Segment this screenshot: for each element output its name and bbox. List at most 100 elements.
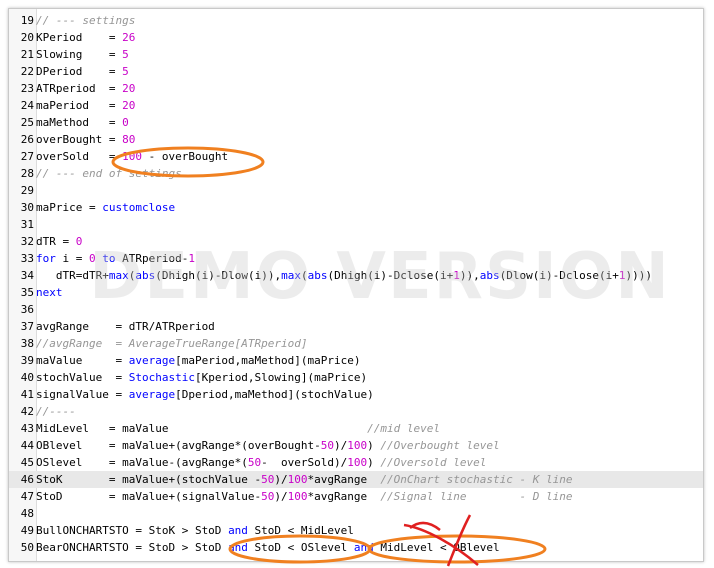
code-token: maValue = [36,354,129,367]
code-line[interactable]: 32 dTR = 0 [9,233,703,250]
line-number: 30 [20,201,34,214]
code-token: - overBought [141,150,229,163]
code-token: ( [300,269,308,282]
line-number: 49 [20,524,34,537]
code-line[interactable]: 33 for i = 0 to ATRperiod-1 [9,250,703,267]
line-number: 21 [20,48,34,61]
code-token: 0 [75,235,83,248]
code-token: 20 [122,99,136,112]
line-number: 48 [20,507,34,520]
code-token: - overSold)/ [261,456,348,469]
code-line[interactable]: 40 stochValue = Stochastic[Kperiod,Slowin… [9,369,703,386]
code-line[interactable]: 27 overSold = 100 - overBought [9,148,703,165]
code-token: dTR=dTR+ [36,269,109,282]
line-number: 34 [20,269,34,282]
line-number: 20 [20,31,34,44]
code-line[interactable]: 35 next [9,284,703,301]
line-number: 39 [20,354,34,367]
code-token: 1 [453,269,460,282]
code-token: [Kperiod,Slowing](maPrice) [194,371,368,384]
line-number: 19 [20,14,34,27]
code-token: 100 [122,150,142,163]
code-token: 5 [122,65,129,78]
line-code: ATRperiod = 20 [36,80,135,97]
code-token: //mid level [367,422,440,435]
code-line[interactable]: 26 overBought = 80 [9,131,703,148]
code-editor[interactable]: 19// --- settings 20 KPeriod = 26 21 Slowing… [8,8,704,562]
code-token: dTR = [36,235,76,248]
code-token: StoD = maValue+(signalValue- [36,490,262,503]
code-token: BearONCHARTSTO = StoD > StoD [36,541,229,554]
code-token: (Dhigh(i)-Dlow(i)), [155,269,282,282]
line-code: maValue = average[maPeriod,maMethod](maP… [36,352,361,369]
code-token: OSlevel = maValue-(avgRange*( [36,456,248,469]
code-line[interactable]: 36 [9,301,703,318]
code-line[interactable]: 49 BullONCHARTSTO = StoK > StoD and StoD … [9,522,703,539]
line-code: next [36,284,63,301]
code-line[interactable]: 43 MidLevel = maValue //mid level [9,420,703,437]
code-line[interactable]: 38//avgRange = AverageTrueRange[ATRperio… [9,335,703,352]
code-token: to [102,252,116,265]
code-token: and [353,541,374,554]
code-token: abs [307,269,328,282]
code-line[interactable]: 37 avgRange = dTR/ATRperiod [9,318,703,335]
line-number: 26 [20,133,34,146]
code-token: Stochastic [128,371,195,384]
code-line[interactable]: 46 StoK = maValue+(stochValue -50)/100*av… [9,471,703,488]
code-line[interactable]: 24 maPeriod = 20 [9,97,703,114]
line-code: OBlevel = maValue+(avgRange*(overBought-… [36,437,500,454]
code-token: OBlevel = maValue+(avgRange*(overBought- [36,439,321,452]
line-number: 40 [20,371,34,384]
code-token: 100 [347,456,368,469]
code-line[interactable]: 19// --- settings [9,12,703,29]
code-line[interactable]: 23 ATRperiod = 20 [9,80,703,97]
line-number: 36 [20,303,34,316]
code-line[interactable]: 42//---- [9,403,703,420]
code-line[interactable]: 30 maPrice = customclose [9,199,703,216]
code-line[interactable]: 44 OBlevel = maValue+(avgRange*(overBough… [9,437,703,454]
line-code: BullONCHARTSTO = StoK > StoD and StoD < … [36,522,354,539]
code-line[interactable]: 29 [9,182,703,199]
code-line[interactable]: 22 DPeriod = 5 [9,63,703,80]
code-line[interactable]: 41 signalValue = average[Dperiod,maMethod… [9,386,703,403]
code-token: average [128,354,176,367]
line-number: 25 [20,116,34,129]
code-line[interactable]: 45 OSlevel = maValue-(avgRange*(50- overS… [9,454,703,471]
code-token: stochValue = [36,371,129,384]
code-token: DPeriod = [36,65,123,78]
code-token: signalValue = [36,388,129,401]
code-line[interactable]: 50 BearONCHARTSTO = StoD > StoD and StoD … [9,539,703,556]
line-code: //avgRange = AverageTrueRange[ATRperiod] [36,335,308,352]
code-line[interactable]: 47 StoD = maValue+(signalValue-50)/100*av… [9,488,703,505]
code-line[interactable]: 21 Slowing = 5 [9,46,703,63]
code-token: (Dhigh(i)-Dclose(i+ [327,269,454,282]
code-line[interactable]: 34 dTR=dTR+max(abs(Dhigh(i)-Dlow(i)),max… [9,267,703,284]
line-number: 47 [20,490,34,503]
code-token: )/ [274,473,288,486]
code-token: maMethod = [36,116,123,129]
line-number: 37 [20,320,34,333]
line-code: dTR=dTR+max(abs(Dhigh(i)-Dlow(i)),max(ab… [36,267,652,284]
line-code: maPrice = customclose [36,199,175,216]
line-code: overBought = 80 [36,131,135,148]
code-token: //Overbought level [380,439,500,452]
code-line[interactable]: 39 maValue = average[maPeriod,maMethod](m… [9,352,703,369]
code-token: BullONCHARTSTO = StoK > StoD [36,524,229,537]
code-token: [maPeriod,maMethod](maPrice) [175,354,361,367]
line-code: avgRange = dTR/ATRperiod [36,318,215,335]
line-number: 23 [20,82,34,95]
line-code: Slowing = 5 [36,46,129,63]
code-line[interactable]: 31 [9,216,703,233]
code-line[interactable]: 28// --- end of settings [9,165,703,182]
code-token: ATRperiod- [115,252,189,265]
code-token: 1 [188,252,195,265]
line-code: maPeriod = 20 [36,97,135,114]
code-token: 50 [261,473,275,486]
code-token: customclose [102,201,176,214]
code-token: // --- settings [36,14,136,27]
code-line[interactable]: 48 [9,505,703,522]
code-token: StoD < MidLevel [247,524,354,537]
code-line[interactable]: 20 KPeriod = 26 [9,29,703,46]
code-line[interactable]: 25 maMethod = 0 [9,114,703,131]
code-token: 80 [122,133,136,146]
